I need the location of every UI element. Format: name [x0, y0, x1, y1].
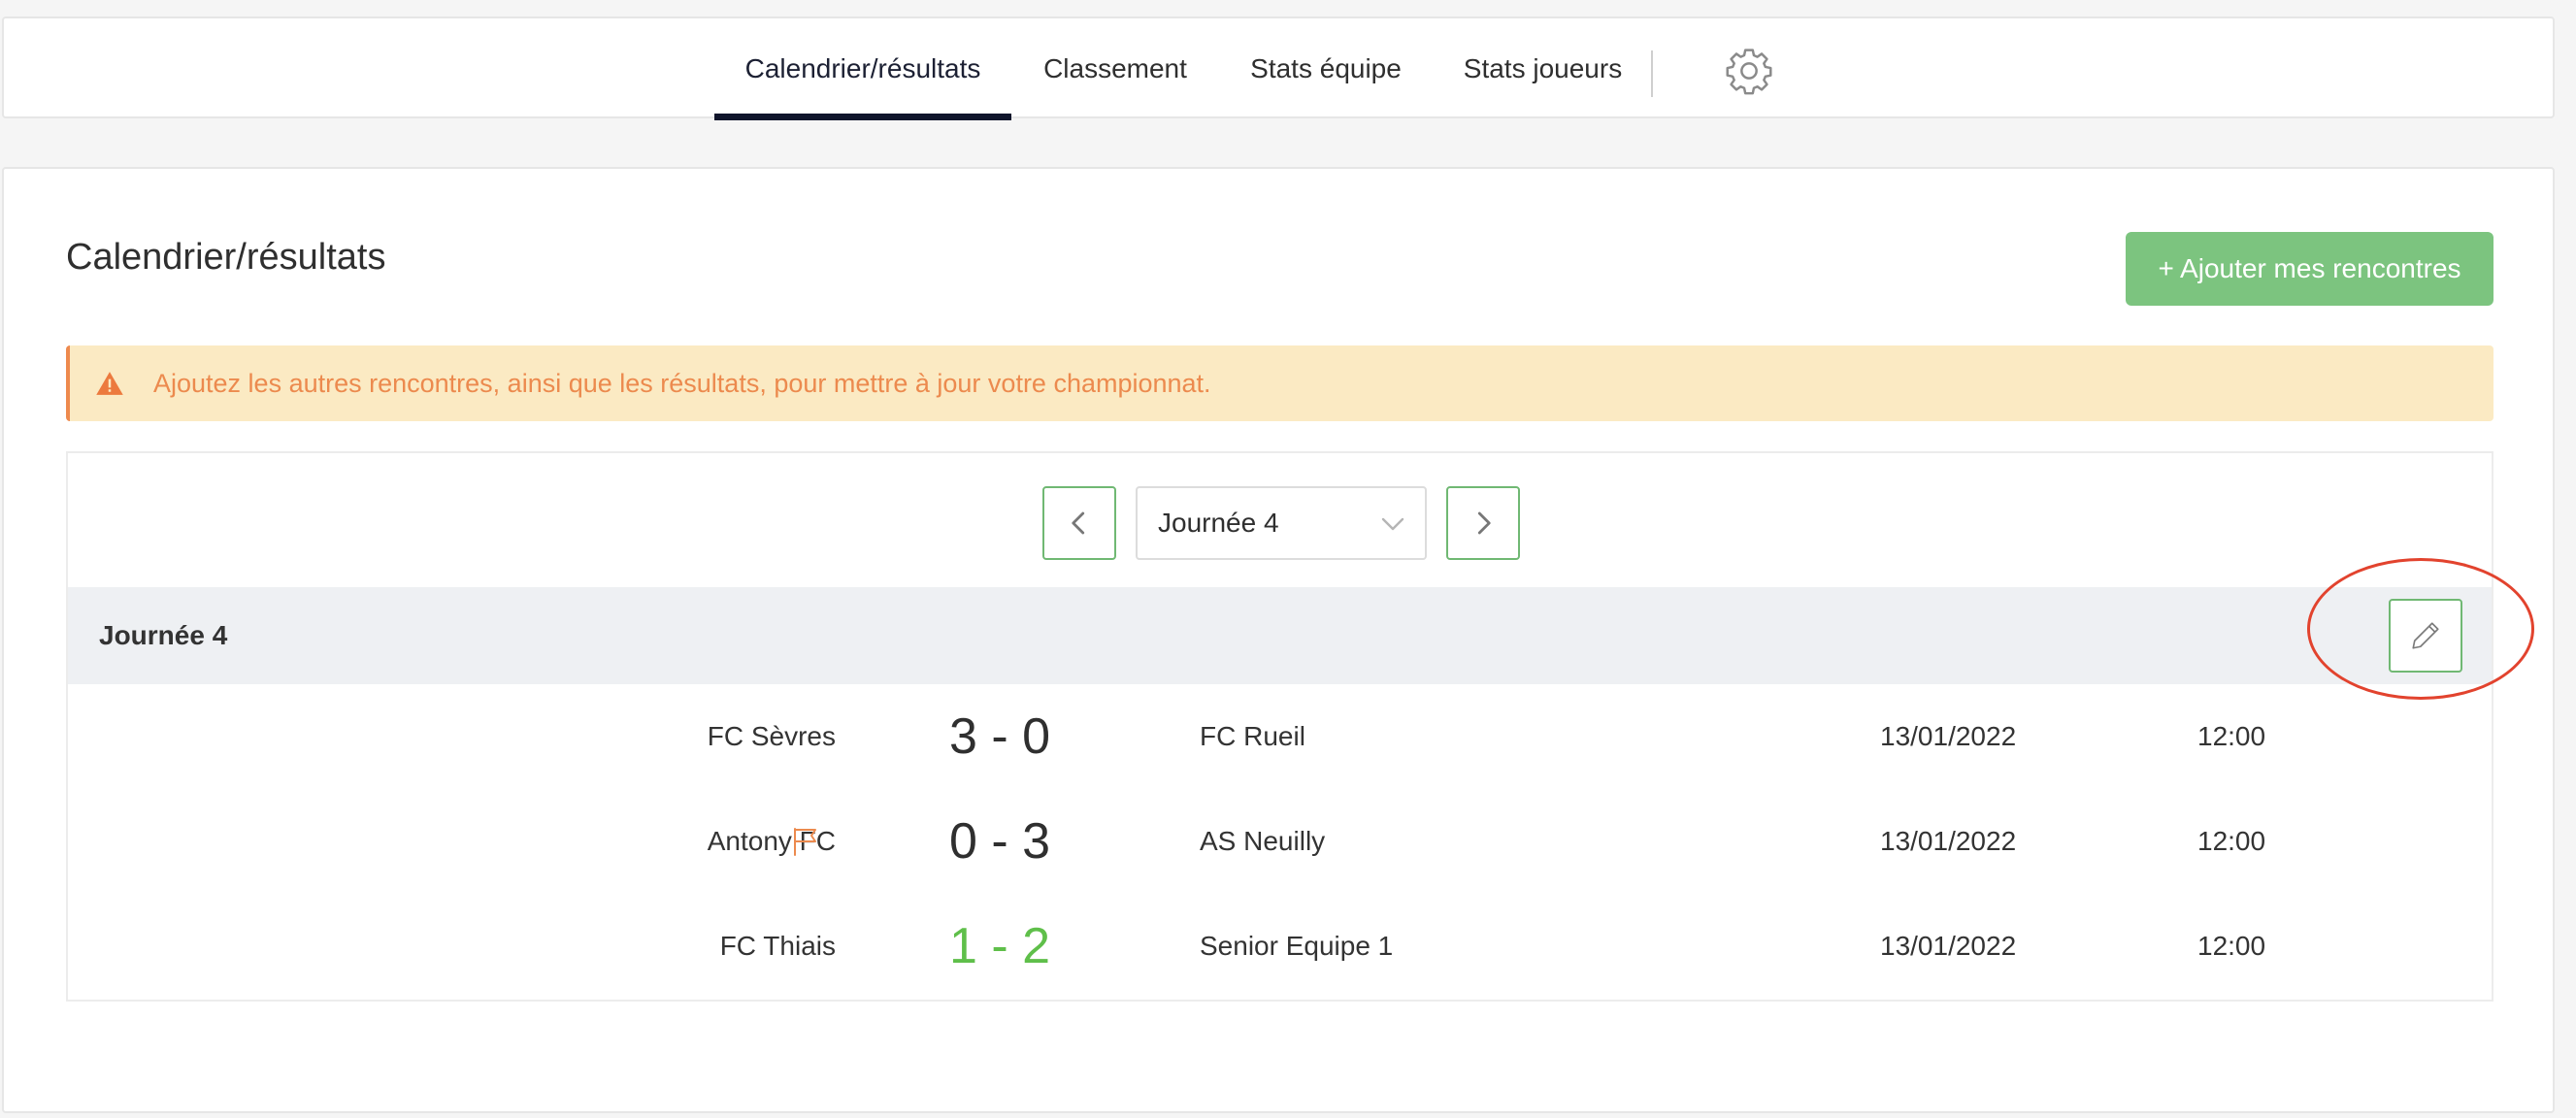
- home-team: FC Sèvres: [707, 721, 836, 751]
- chevron-down-icon: [1381, 517, 1404, 531]
- tab-classement[interactable]: Classement: [1023, 18, 1207, 118]
- next-round-button[interactable]: [1446, 486, 1520, 560]
- tab-calendrier-resultats[interactable]: Calendrier/résultats: [714, 18, 1011, 120]
- nav-divider: [1651, 50, 1653, 97]
- warning-alert: Ajoutez les autres rencontres, ainsi que…: [66, 345, 2493, 421]
- match-row[interactable]: Antony FC 0 - 3 AS Neuilly 13/01/2022 12…: [68, 789, 2492, 894]
- round-select[interactable]: Journée 4: [1136, 486, 1427, 560]
- tab-label: Stats équipe: [1250, 52, 1402, 83]
- match-date: 13/01/2022: [1880, 721, 2017, 751]
- away-team: FC Rueil: [1200, 721, 1305, 751]
- page-title: Calendrier/résultats: [66, 237, 386, 278]
- flag-icon: [794, 828, 816, 856]
- away-team: Senior Equipe 1: [1200, 931, 1394, 961]
- top-nav: Calendrier/résultats Classement Stats éq…: [2, 16, 2555, 120]
- tab-stats-equipe[interactable]: Stats équipe: [1232, 18, 1420, 118]
- edit-round-button[interactable]: [2389, 599, 2462, 673]
- tab-stats-joueurs[interactable]: Stats joueurs: [1452, 18, 1634, 118]
- round-header: Journée 4: [68, 558, 2534, 700]
- chevron-right-icon: [1477, 511, 1491, 535]
- match-score: 1 - 2: [948, 918, 1051, 974]
- away-team: AS Neuilly: [1200, 826, 1326, 856]
- matches-panel: Journée 4 Journée 4 FC Sèvres 3 - 0 FC R…: [66, 451, 2534, 1002]
- match-time: 12:00: [2197, 931, 2266, 961]
- match-score: 0 - 3: [948, 813, 1051, 870]
- match-date: 13/01/2022: [1880, 826, 2017, 856]
- tab-label: Classement: [1043, 52, 1187, 83]
- gear-icon[interactable]: [1723, 45, 1775, 97]
- main-card: Calendrier/résultats + Ajouter mes renco…: [2, 167, 2555, 1113]
- tab-label: Stats joueurs: [1463, 52, 1623, 83]
- round-title: Journée 4: [99, 620, 228, 650]
- alert-text: Ajoutez les autres rencontres, ainsi que…: [153, 368, 1211, 398]
- warning-icon: [96, 372, 123, 395]
- pencil-icon: [2412, 622, 2439, 649]
- home-team: FC Thiais: [719, 931, 836, 961]
- match-date: 13/01/2022: [1880, 931, 2017, 961]
- tab-label: Calendrier/résultats: [744, 52, 981, 83]
- match-score: 3 - 0: [948, 708, 1051, 765]
- previous-round-button[interactable]: [1042, 486, 1116, 560]
- match-row[interactable]: FC Sèvres 3 - 0 FC Rueil 13/01/2022 12:0…: [68, 684, 2492, 789]
- match-row[interactable]: FC Thiais 1 - 2 Senior Equipe 1 13/01/20…: [68, 894, 2492, 999]
- add-matches-button[interactable]: + Ajouter mes rencontres: [2126, 232, 2493, 306]
- chevron-left-icon: [1072, 511, 1085, 535]
- match-time: 12:00: [2197, 826, 2266, 856]
- match-time: 12:00: [2197, 721, 2266, 751]
- round-select-value: Journée 4: [1158, 508, 1279, 538]
- active-tab-indicator: [714, 114, 1011, 120]
